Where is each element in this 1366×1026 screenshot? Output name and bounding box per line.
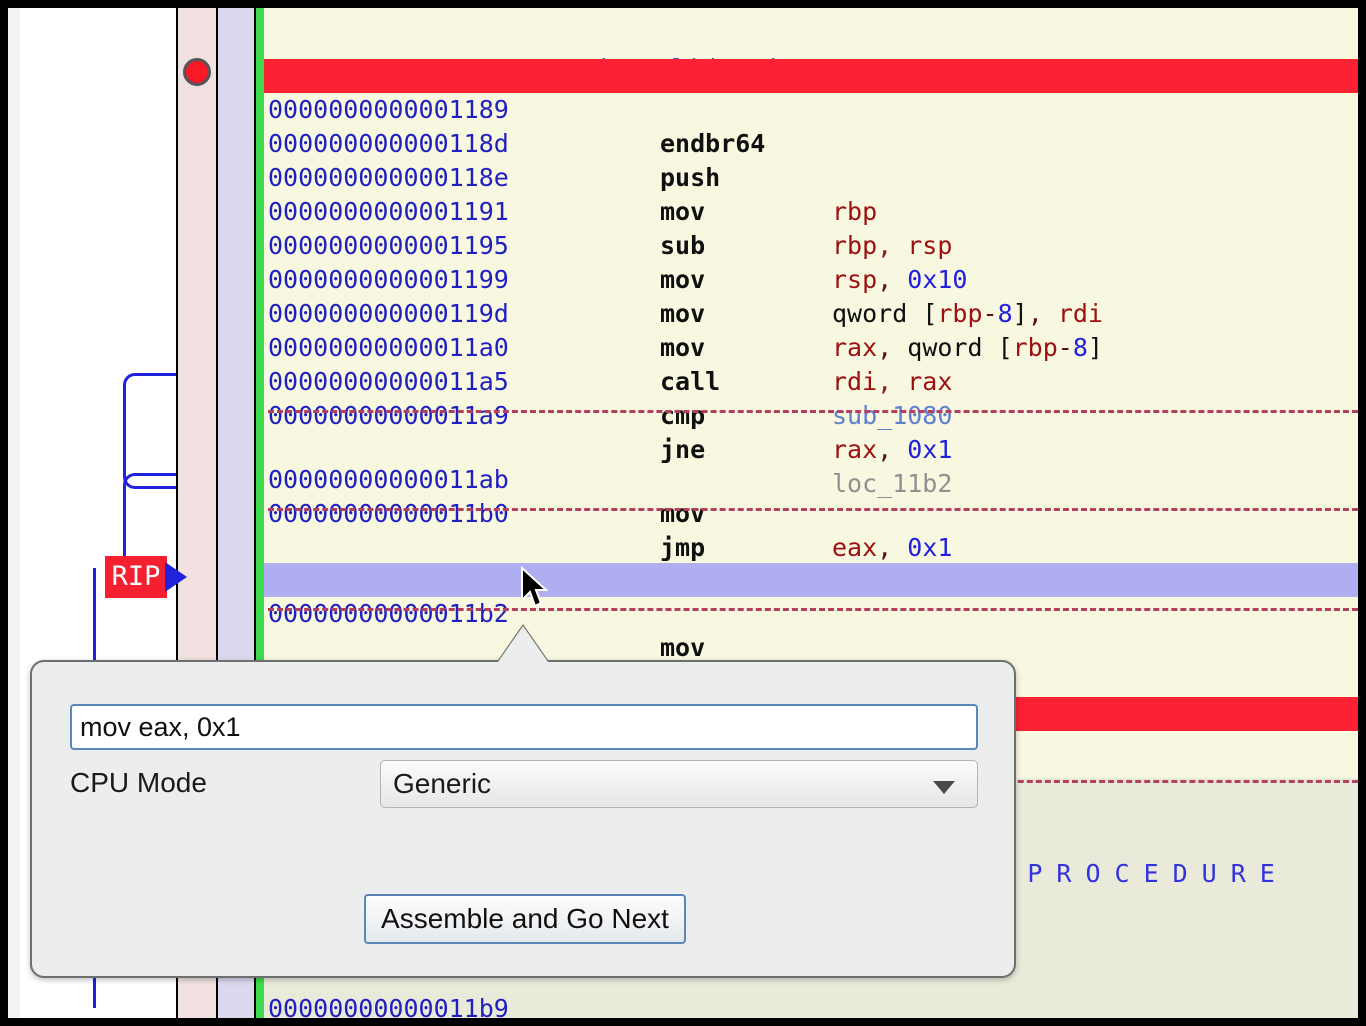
table-row[interactable]: 00000000000011ab mov eax, 0x1: [264, 429, 1358, 562]
mouse-cursor: [521, 566, 549, 608]
assemble-instruction-dialog: CPU Mode Generic Assemble and Go Next: [30, 660, 1016, 978]
function-label-row: is_validated:: [264, 18, 1358, 83]
breakpoint-dot-icon[interactable]: [183, 58, 211, 86]
cpu-mode-select[interactable]: Generic: [380, 760, 978, 808]
table-row[interactable]: 00000000000011b0 jmp loc_11b7: [264, 463, 1358, 596]
cpu-mode-label: CPU Mode: [70, 767, 207, 798]
block-separator: [268, 608, 1358, 611]
loc-label-row: loc_11b2:: [264, 529, 1358, 594]
assemble-and-go-next-button[interactable]: Assemble and Go Next: [364, 894, 686, 944]
row-address: 00000000000011b0: [268, 499, 509, 528]
chevron-down-icon: [933, 781, 955, 794]
assembly-input[interactable]: [70, 704, 978, 750]
rip-arrow-icon: [165, 562, 187, 592]
gutter-edge: [8, 8, 20, 1018]
table-row[interactable]: 00000000000011a0 call sub_1080: [264, 297, 1358, 430]
table-row[interactable]: 00000000000011a9 jne loc_11b2: [264, 365, 1358, 498]
loc-label-row: loc_11b7:: [264, 629, 1358, 694]
table-row[interactable]: 0000000000001199 mov rax, qword [rbp-8]: [264, 229, 1358, 362]
cpu-mode-value: Generic: [393, 768, 492, 799]
table-row[interactable]: 000000000000119d mov rdi, rax: [264, 263, 1358, 396]
table-row[interactable]: 00000000000011a5 cmp rax, 0x1: [264, 331, 1358, 464]
row-operands[interactable]: sub_1080: [832, 399, 952, 433]
dialog-pointer-arrow: [498, 626, 548, 662]
block-separator: [268, 508, 1358, 511]
table-row[interactable]: 0000000000001189 endbr64: [264, 59, 1358, 158]
row-address: 00000000000011a9: [268, 401, 509, 430]
rip-marker-badge: RIP: [105, 556, 167, 598]
table-row[interactable]: 000000000000118e mov rbp, rsp: [264, 127, 1358, 260]
table-row[interactable]: 0000000000001191 sub rsp, 0x10: [264, 161, 1358, 294]
row-mnemonic: cmp: [660, 401, 706, 430]
screen-frame: is_validated: 0000000000001189 endbr64 0…: [0, 0, 1366, 1026]
table-row[interactable]: 0000000000001195 mov qword [rbp-8], rdi: [264, 195, 1358, 328]
disassembly-canvas[interactable]: is_validated: 0000000000001189 endbr64 0…: [8, 8, 1358, 1018]
block-separator: [268, 410, 1358, 413]
table-row[interactable]: 00000000000011b2 mov eax, 0x0: [264, 563, 1358, 696]
row-address: 00000000000011b2: [268, 599, 509, 628]
jump-arrow-line-1: [123, 373, 184, 489]
table-row[interactable]: 000000000000118d push rbp: [264, 93, 1358, 226]
row-mnemonic: mov: [660, 499, 706, 528]
table-row[interactable]: 00000000000011bd push rbp: [264, 992, 1358, 1018]
